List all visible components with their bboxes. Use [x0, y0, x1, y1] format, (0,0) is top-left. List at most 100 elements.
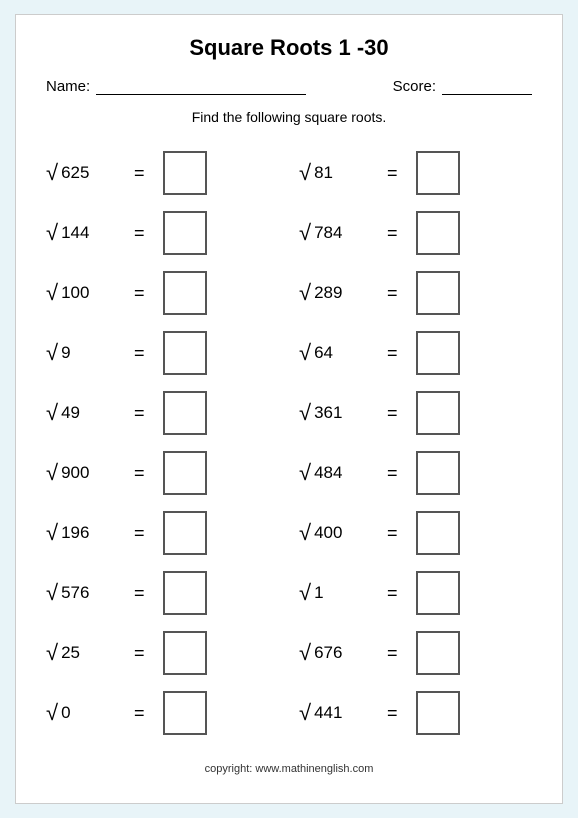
- answer-box[interactable]: [163, 571, 207, 615]
- sqrt-number: 361: [314, 403, 342, 423]
- answer-box[interactable]: [163, 511, 207, 555]
- sqrt-number: 196: [61, 523, 89, 543]
- answer-box[interactable]: [163, 451, 207, 495]
- sqrt-expression: 361: [299, 402, 369, 424]
- sqrt-expression: 900: [46, 462, 116, 484]
- problem-row: 784 =: [289, 203, 532, 263]
- sqrt-number: 100: [61, 283, 89, 303]
- equals-sign: =: [134, 643, 145, 664]
- answer-box[interactable]: [163, 631, 207, 675]
- answer-box[interactable]: [163, 151, 207, 195]
- answer-box[interactable]: [416, 631, 460, 675]
- problem-row: 100 =: [46, 263, 289, 323]
- equals-sign: =: [134, 223, 145, 244]
- problem-row: 0 =: [46, 683, 289, 743]
- sqrt-symbol: [299, 522, 312, 544]
- sqrt-number: 25: [61, 643, 80, 663]
- answer-box[interactable]: [416, 511, 460, 555]
- answer-box[interactable]: [416, 211, 460, 255]
- sqrt-expression: 144: [46, 222, 116, 244]
- answer-box[interactable]: [416, 571, 460, 615]
- sqrt-symbol: [299, 642, 312, 664]
- problem-row: 625 =: [46, 143, 289, 203]
- sqrt-expression: 625: [46, 162, 116, 184]
- answer-box[interactable]: [416, 151, 460, 195]
- equals-sign: =: [134, 463, 145, 484]
- problem-row: 144 =: [46, 203, 289, 263]
- equals-sign: =: [134, 703, 145, 724]
- sqrt-symbol: [46, 702, 59, 724]
- problems-grid: 625 = 81 = 144 = 784 =: [46, 143, 532, 743]
- equals-sign: =: [387, 523, 398, 544]
- sqrt-number: 484: [314, 463, 342, 483]
- answer-box[interactable]: [416, 331, 460, 375]
- equals-sign: =: [134, 163, 145, 184]
- answer-box[interactable]: [163, 211, 207, 255]
- problem-row: 900 =: [46, 443, 289, 503]
- sqrt-symbol: [299, 462, 312, 484]
- sqrt-expression: 484: [299, 462, 369, 484]
- problem-row: 484 =: [289, 443, 532, 503]
- problem-row: 196 =: [46, 503, 289, 563]
- sqrt-expression: 196: [46, 522, 116, 544]
- sqrt-expression: 400: [299, 522, 369, 544]
- name-section: Name:: [46, 77, 306, 95]
- sqrt-expression: 576: [46, 582, 116, 604]
- sqrt-symbol: [299, 222, 312, 244]
- problem-row: 576 =: [46, 563, 289, 623]
- answer-box[interactable]: [163, 391, 207, 435]
- sqrt-number: 289: [314, 283, 342, 303]
- sqrt-symbol: [46, 342, 59, 364]
- problem-row: 64 =: [289, 323, 532, 383]
- problem-row: 1 =: [289, 563, 532, 623]
- sqrt-symbol: [299, 282, 312, 304]
- sqrt-symbol: [46, 582, 59, 604]
- equals-sign: =: [134, 403, 145, 424]
- problem-row: 9 =: [46, 323, 289, 383]
- sqrt-expression: 441: [299, 702, 369, 724]
- name-label: Name:: [46, 78, 90, 95]
- page-title: Square Roots 1 -30: [46, 35, 532, 61]
- sqrt-symbol: [299, 402, 312, 424]
- sqrt-symbol: [46, 402, 59, 424]
- equals-sign: =: [134, 343, 145, 364]
- equals-sign: =: [387, 463, 398, 484]
- score-section: Score:: [393, 77, 532, 95]
- problem-row: 289 =: [289, 263, 532, 323]
- sqrt-number: 64: [314, 343, 333, 363]
- score-line: [442, 77, 532, 95]
- answer-box[interactable]: [163, 331, 207, 375]
- problem-row: 676 =: [289, 623, 532, 683]
- sqrt-expression: 64: [299, 342, 369, 364]
- answer-box[interactable]: [416, 451, 460, 495]
- copyright-text: copyright: www.mathinenglish.com: [46, 757, 532, 775]
- equals-sign: =: [134, 583, 145, 604]
- sqrt-expression: 25: [46, 642, 116, 664]
- answer-box[interactable]: [416, 391, 460, 435]
- equals-sign: =: [387, 343, 398, 364]
- problem-row: 81 =: [289, 143, 532, 203]
- problem-row: 441 =: [289, 683, 532, 743]
- answer-box[interactable]: [416, 271, 460, 315]
- sqrt-expression: 9: [46, 342, 116, 364]
- sqrt-expression: 0: [46, 702, 116, 724]
- name-line: [96, 77, 306, 95]
- problem-row: 400 =: [289, 503, 532, 563]
- sqrt-number: 900: [61, 463, 89, 483]
- sqrt-expression: 289: [299, 282, 369, 304]
- sqrt-symbol: [299, 702, 312, 724]
- answer-box[interactable]: [163, 691, 207, 735]
- equals-sign: =: [387, 643, 398, 664]
- sqrt-expression: 784: [299, 222, 369, 244]
- sqrt-symbol: [46, 462, 59, 484]
- sqrt-expression: 676: [299, 642, 369, 664]
- sqrt-symbol: [46, 162, 59, 184]
- answer-box[interactable]: [163, 271, 207, 315]
- problem-row: 25 =: [46, 623, 289, 683]
- sqrt-symbol: [46, 642, 59, 664]
- name-score-row: Name: Score:: [46, 77, 532, 95]
- answer-box[interactable]: [416, 691, 460, 735]
- sqrt-symbol: [46, 222, 59, 244]
- equals-sign: =: [387, 283, 398, 304]
- equals-sign: =: [387, 703, 398, 724]
